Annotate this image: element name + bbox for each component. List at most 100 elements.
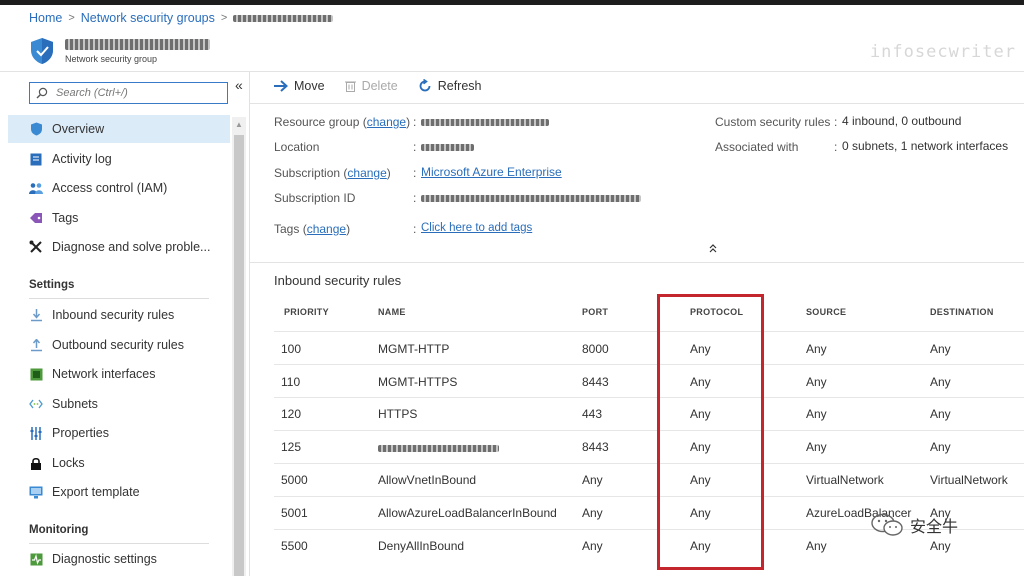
watermark-bottom: 安全牛: [870, 513, 958, 537]
wrench-icon: [29, 240, 43, 254]
add-tags-link[interactable]: Click here to add tags: [421, 222, 532, 234]
header-row-divider: [274, 331, 1024, 332]
priority-cell: 5500: [281, 539, 308, 553]
scroll-thumb[interactable]: [234, 135, 244, 576]
column-header-source[interactable]: SOURCE: [806, 307, 846, 317]
custom-security-rules-value: 4 inbound, 0 outbound: [842, 114, 962, 128]
search-input[interactable]: Search (Ctrl+/): [29, 82, 228, 104]
sidebar-item-diagnose[interactable]: Diagnose and solve proble...: [8, 233, 230, 261]
resource-subtitle: Network security group: [65, 53, 158, 64]
inbound-rules-heading: Inbound security rules: [274, 273, 402, 288]
sidebar-item-overview[interactable]: Overview: [8, 115, 230, 143]
priority-cell: 120: [281, 407, 302, 421]
subscription-id-value-redacted: [421, 195, 641, 202]
tag-icon: [29, 211, 43, 225]
priority-cell: 5000: [281, 473, 308, 487]
source-cell: VirtualNetwork: [806, 473, 884, 487]
sidebar-item-outbound-security-rules[interactable]: Outbound security rules: [8, 331, 230, 359]
sidebar-item-export-template[interactable]: Export template: [8, 478, 230, 506]
subscription-change-link[interactable]: change: [347, 166, 386, 180]
sidebar-item-label: Activity log: [52, 152, 112, 166]
sidebar-item-label: Export template: [52, 485, 140, 499]
resource-group-change-link[interactable]: change: [367, 115, 406, 129]
sidebar-scrollbar[interactable]: ▲: [232, 117, 246, 576]
name-cell: MGMT-HTTP: [378, 342, 450, 356]
sidebar-item-tags[interactable]: Tags: [8, 204, 230, 232]
tags-change-link[interactable]: change: [307, 222, 346, 236]
priority-cell: 110: [281, 375, 301, 389]
destination-cell: Any: [930, 440, 951, 454]
sidebar-item-label: Outbound security rules: [52, 338, 185, 352]
column-header-priority[interactable]: PRIORITY: [284, 307, 329, 317]
sidebar-item-inbound-security-rules[interactable]: Inbound security rules: [8, 301, 230, 329]
trash-icon: [344, 81, 356, 92]
breadcrumb-chevron-icon: >: [68, 12, 75, 24]
row-divider: [274, 430, 1024, 431]
location-value-redacted: [421, 144, 474, 151]
settings-divider: [29, 298, 209, 299]
search-icon: [36, 87, 48, 99]
refresh-label: Refresh: [437, 79, 482, 93]
move-label: Move: [294, 79, 325, 93]
watermark-top: infosecwriter: [869, 42, 1016, 62]
sidebar-item-label: Locks: [52, 456, 85, 470]
colon: :: [413, 115, 417, 129]
column-header-port[interactable]: PORT: [582, 307, 608, 317]
colon: :: [413, 191, 417, 205]
move-button[interactable]: Move: [274, 79, 325, 93]
resource-group-label: Resource group (change): [274, 115, 411, 129]
source-cell: Any: [806, 440, 827, 454]
custom-security-rules-label: Custom security rules: [715, 115, 831, 129]
breadcrumb-home[interactable]: Home: [29, 11, 62, 25]
port-cell: Any: [582, 506, 603, 520]
sidebar-item-activity-log[interactable]: Activity log: [8, 145, 230, 173]
destination-cell: VirtualNetwork: [930, 473, 1008, 487]
colon: :: [413, 166, 417, 180]
breadcrumb-network-security-groups[interactable]: Network security groups: [81, 11, 215, 25]
colon: :: [834, 140, 838, 154]
activity-log-icon: [29, 152, 43, 166]
top-bar: [0, 0, 1024, 5]
column-header-destination[interactable]: DESTINATION: [930, 307, 994, 317]
collapse-essentials-icon[interactable]: [708, 243, 718, 256]
name-cell: AllowAzureLoadBalancerInBound: [378, 506, 557, 520]
refresh-button[interactable]: Refresh: [418, 79, 482, 93]
source-cell: Any: [806, 539, 827, 553]
associated-with-label: Associated with: [715, 140, 799, 154]
sidebar-item-diagnostic-settings[interactable]: Diagnostic settings: [8, 545, 230, 573]
subscription-id-label: Subscription ID: [274, 191, 356, 205]
port-cell: Any: [582, 473, 603, 487]
destination-cell: Any: [930, 375, 951, 389]
name-cell: MGMT-HTTPS: [378, 375, 458, 389]
sidebar-item-label: Diagnose and solve proble...: [52, 240, 211, 254]
delete-button[interactable]: Delete: [344, 79, 398, 93]
protocol-column-highlight: [657, 294, 764, 570]
resource-title: Network security group: [65, 38, 210, 64]
resource-header: Network security group: [29, 35, 210, 67]
row-divider: [274, 463, 1024, 464]
sidebar-item-label: Properties: [52, 426, 109, 440]
sidebar-item-label: Overview: [52, 122, 105, 136]
priority-cell: 100: [281, 342, 302, 356]
sidebar-item-access-control[interactable]: Access control (IAM): [8, 174, 230, 202]
sidebar-item-network-interfaces[interactable]: Network interfaces: [8, 360, 230, 388]
name-cell: DenyAllInBound: [378, 539, 465, 553]
destination-cell: Any: [930, 342, 951, 356]
search-placeholder: Search (Ctrl+/): [56, 87, 128, 99]
sidebar-item-properties[interactable]: Properties: [8, 419, 230, 447]
toolbar: Move Delete Refresh: [274, 79, 502, 93]
sidebar-item-subnets[interactable]: Subnets: [8, 390, 230, 418]
monitoring-section-title: Monitoring: [29, 524, 89, 536]
resource-group-value-redacted[interactable]: [421, 119, 549, 126]
row-divider: [274, 364, 1024, 365]
sidebar-item-label: Subnets: [52, 397, 98, 411]
sidebar-item-locks[interactable]: Locks: [8, 449, 230, 477]
subscription-value-link[interactable]: Microsoft Azure Enterprise: [421, 165, 562, 179]
destination-cell: Any: [930, 539, 951, 553]
breadcrumb-redacted-name[interactable]: [233, 14, 334, 22]
tags-label: Tags (change): [274, 222, 351, 236]
associated-with-value: 0 subnets, 1 network interfaces: [842, 139, 1009, 153]
collapse-sidebar-icon[interactable]: «: [235, 77, 243, 93]
scroll-up-icon[interactable]: ▲: [235, 120, 243, 129]
column-header-name[interactable]: NAME: [378, 307, 406, 317]
